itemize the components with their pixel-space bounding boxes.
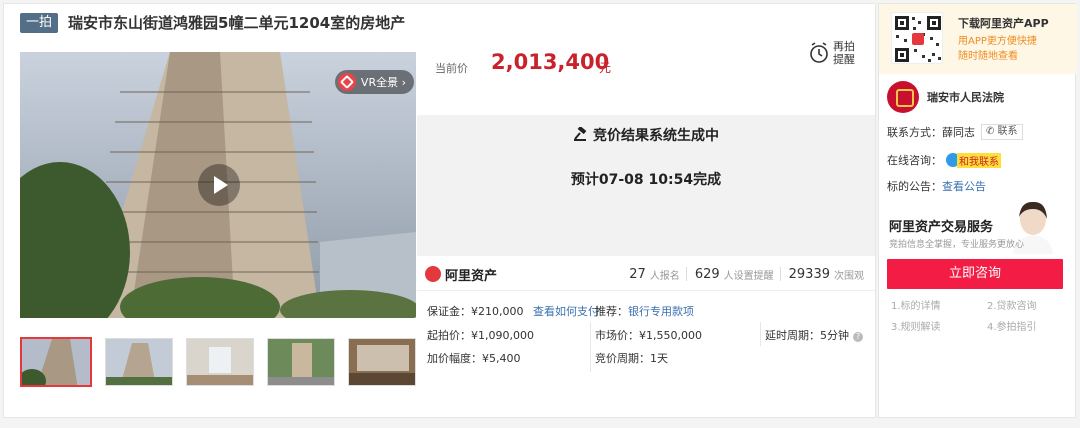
how-to-pay-link[interactable]: 查看如何支付: [533, 305, 599, 318]
title-bar: 一拍 瑞安市东山街道鸿雅园5幢二单元1204室的房地产: [20, 12, 405, 33]
remind-label: 再拍提醒: [833, 40, 855, 66]
cycle-info: 竞价周期：1天: [595, 350, 668, 366]
contact-button[interactable]: ✆ 联系: [981, 124, 1023, 140]
divider: [779, 267, 781, 281]
app-sub-line-1: 用APP更方便快捷: [958, 36, 1037, 47]
play-video-button[interactable]: [198, 164, 240, 206]
court-emblem-icon: [887, 81, 919, 113]
remind-button[interactable]: 再拍提醒: [809, 40, 857, 66]
deposit-label: 保证金：: [427, 305, 471, 318]
gavel-icon: [574, 125, 587, 141]
main-photo[interactable]: VR全景 ›: [20, 52, 416, 318]
view-count: 29339: [788, 266, 830, 282]
status-line-1: 竞价结果系统生成中: [593, 128, 719, 144]
cycle-label: 竞价周期：: [595, 352, 650, 365]
ali-assets-logo: 阿里资产: [425, 265, 497, 284]
delay-info: 延时周期：5分钟?: [765, 327, 863, 343]
starting-price-info: 起拍价：¥1,090,000: [427, 327, 534, 343]
online-label: 在线咨询：: [887, 154, 942, 167]
auction-round-badge: 一拍: [20, 12, 59, 33]
details-divider: [417, 290, 875, 291]
thumbnail-5[interactable]: [348, 338, 416, 386]
vr-icon: [337, 73, 356, 91]
stats-row: 阿里资产 27 人报名 629 人设置提醒 29339 次围观: [425, 262, 870, 286]
service-banner: 阿里资产交易服务 竞拍信息全掌握，专业服务更放心: [879, 199, 1077, 259]
auction-status-box: 竞价结果系统生成中 预计07-08 10:54完成: [417, 115, 875, 256]
notice-row: 标的公告： 查看公告: [887, 178, 986, 194]
contact-label: 联系方式：: [887, 126, 942, 139]
thumbnail-1[interactable]: [20, 337, 92, 387]
current-price-label: 当前价: [435, 62, 468, 75]
contact-row: 联系方式： 薛同志 ✆ 联系: [887, 124, 1023, 140]
faq-item-details[interactable]: 1.标的详情: [891, 297, 941, 312]
delay-label: 延时周期：: [765, 329, 820, 342]
alarm-clock-icon: [810, 42, 828, 63]
current-price: 2,013,400: [491, 50, 610, 74]
recommend-label: 推荐：: [595, 305, 628, 318]
vr-tour-button[interactable]: VR全景 ›: [334, 70, 414, 94]
bank-funds-link[interactable]: 银行专用款项: [628, 305, 694, 318]
view-label: 次围观: [834, 270, 864, 282]
chat-label: 和我联系: [957, 152, 1001, 168]
service-title: 阿里资产交易服务: [889, 220, 994, 235]
service-subtitle: 竞拍信息全掌握，专业服务更放心: [889, 240, 1025, 250]
divider: [685, 267, 687, 281]
deposit-value: ¥210,000: [471, 305, 524, 318]
faq-item-rules[interactable]: 3.规则解读: [891, 318, 941, 333]
page-title: 瑞安市东山街道鸿雅园5幢二单元1204室的房地产: [68, 14, 406, 32]
cycle-value: 1天: [650, 352, 668, 365]
court-info[interactable]: 瑞安市人民法院: [887, 81, 1004, 113]
increment-value: ¥5,400: [482, 352, 521, 365]
thumbnail-2[interactable]: [105, 338, 173, 386]
vr-label: VR全景 ›: [360, 76, 406, 89]
increment-info: 加价幅度：¥5,400: [427, 350, 521, 366]
app-download-box[interactable]: 下载阿里资产APP 用APP更方便快捷 随时随地查看: [879, 4, 1077, 74]
divider: [590, 322, 591, 372]
signup-count: 27: [629, 266, 646, 282]
divider: [760, 322, 761, 346]
deposit-info: 保证金：¥210,000 查看如何支付: [427, 303, 599, 319]
reminder-count: 629: [694, 266, 720, 282]
recommend-info: 推荐：银行专用款项: [595, 303, 694, 319]
qr-code-icon: [891, 12, 943, 64]
consult-now-button[interactable]: 立即咨询: [887, 259, 1063, 289]
thumbnail-3[interactable]: [186, 338, 254, 386]
price-unit: 元: [599, 61, 612, 75]
increment-label: 加价幅度：: [427, 352, 482, 365]
notice-label: 标的公告：: [887, 180, 942, 193]
faq-item-guide[interactable]: 4.参拍指引: [987, 318, 1037, 333]
chat-button[interactable]: 和我联系: [946, 152, 1001, 168]
signup-label: 人报名: [649, 270, 680, 282]
status-line-2: 预计07-08 10:54完成: [570, 172, 722, 188]
thumbnail-4[interactable]: [267, 338, 335, 386]
start-label: 起拍价：: [427, 329, 471, 342]
market-value: ¥1,550,000: [639, 329, 702, 342]
court-name: 瑞安市人民法院: [927, 91, 1004, 104]
sidebar: 下载阿里资产APP 用APP更方便快捷 随时随地查看 瑞安市人民法院 联系方式：…: [878, 3, 1077, 418]
reminder-label: 人设置提醒: [723, 270, 774, 282]
delay-value: 5分钟: [820, 329, 849, 342]
app-download-subtitle: 用APP更方便快捷 随时随地查看: [958, 34, 1037, 64]
help-icon[interactable]: ?: [853, 332, 863, 342]
view-notice-link[interactable]: 查看公告: [942, 178, 986, 194]
start-value: ¥1,090,000: [471, 329, 534, 342]
online-consult-row: 在线咨询： 和我联系: [887, 152, 1001, 168]
app-sub-line-2: 随时随地查看: [958, 51, 1018, 62]
auction-stats: 27 人报名 629 人设置提醒 29339 次围观: [629, 267, 870, 282]
brand-name: 阿里资产: [445, 268, 498, 284]
price-area: 当前价 2,013,400 元 再拍提醒: [417, 30, 875, 115]
market-label: 市场价：: [595, 329, 639, 342]
contact-name: 薛同志: [942, 126, 975, 139]
status-generating: 竞价结果系统生成中: [417, 125, 875, 145]
thumbnail-strip: [20, 337, 416, 387]
ali-logo-icon: [425, 266, 441, 282]
market-price-info: 市场价：¥1,550,000: [595, 327, 702, 343]
app-download-title: 下载阿里资产APP: [958, 17, 1049, 30]
faq-item-loan[interactable]: 2.贷款咨询: [987, 297, 1037, 312]
